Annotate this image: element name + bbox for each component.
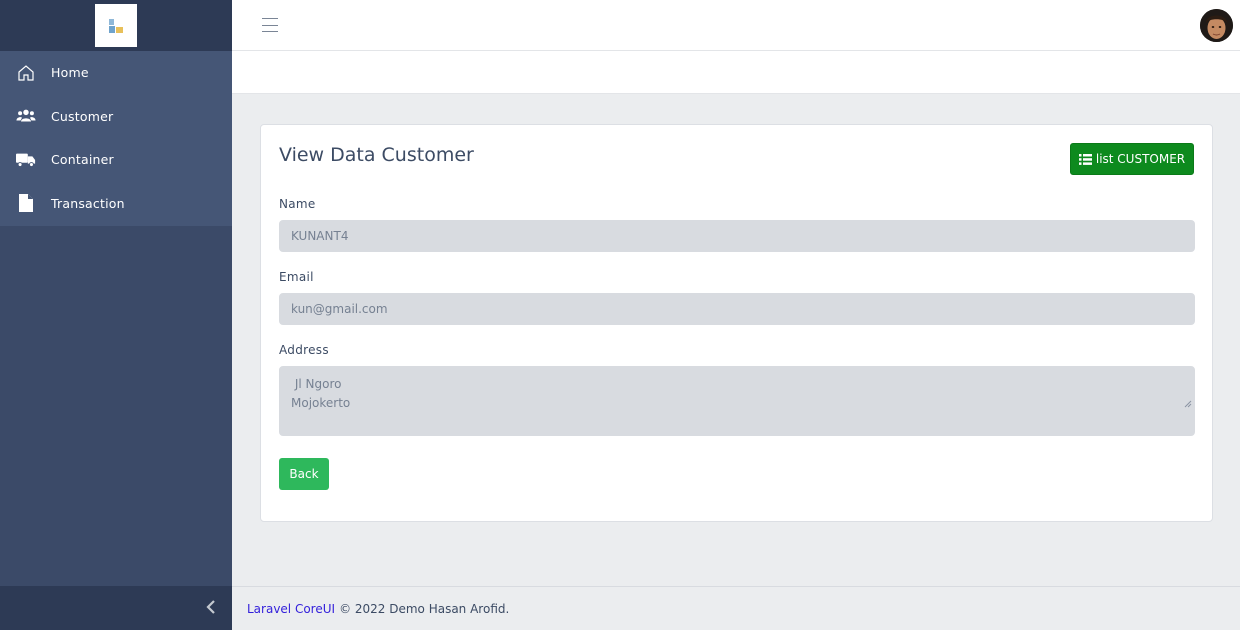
sidebar-item-transaction[interactable]: Transaction: [0, 182, 232, 226]
sidebar-brand[interactable]: [0, 0, 232, 51]
list-icon: [1078, 153, 1092, 165]
chevron-left-icon: [206, 599, 216, 617]
sidebar-minimizer[interactable]: [0, 586, 232, 630]
sidebar-item-home[interactable]: Home: [0, 51, 232, 95]
name-field[interactable]: KUNANT4: [279, 220, 1195, 252]
brand-logo[interactable]: [95, 4, 137, 47]
footer-text: © 2022 Demo Hasan Arofid.: [339, 601, 510, 616]
address-textarea[interactable]: Jl Ngoro Mojokerto: [279, 366, 1195, 436]
menu-toggle-icon[interactable]: [262, 16, 278, 34]
sidebar-item-label: Transaction: [51, 195, 125, 211]
resize-handle-icon[interactable]: [1161, 376, 1192, 433]
footer: Laravel CoreUI © 2022 Demo Hasan Arofid.: [232, 586, 1240, 630]
list-customer-button[interactable]: list CUSTOMER: [1070, 143, 1194, 175]
address-value: Jl Ngoro Mojokerto: [291, 377, 351, 410]
back-button[interactable]: Back: [279, 458, 329, 490]
header: [232, 0, 1240, 51]
avatar[interactable]: [1200, 9, 1233, 42]
truck-icon: [16, 150, 36, 170]
users-icon: [16, 106, 36, 126]
file-icon: [16, 193, 36, 213]
list-customer-label: list CUSTOMER: [1095, 152, 1186, 166]
view-customer-card: View Data Customer list CUSTOMER Name KU…: [260, 124, 1213, 522]
sidebar-nav: Home Customer Container Transaction: [0, 51, 232, 226]
home-icon: [16, 63, 36, 83]
sidebar-item-customer[interactable]: Customer: [0, 95, 232, 139]
name-label: Name: [279, 197, 316, 211]
sidebar-item-container[interactable]: Container: [0, 138, 232, 182]
email-label: Email: [279, 270, 314, 284]
address-label: Address: [279, 343, 329, 357]
sidebar-item-label: Container: [51, 152, 114, 168]
email-field[interactable]: kun@gmail.com: [279, 293, 1195, 325]
page-title: View Data Customer: [279, 144, 474, 166]
sidebar: Home Customer Container Transaction: [0, 0, 232, 630]
breadcrumb-bar: [232, 51, 1240, 94]
footer-link[interactable]: Laravel CoreUI: [247, 602, 335, 616]
sidebar-item-label: Customer: [51, 108, 114, 124]
sidebar-item-label: Home: [51, 65, 89, 81]
